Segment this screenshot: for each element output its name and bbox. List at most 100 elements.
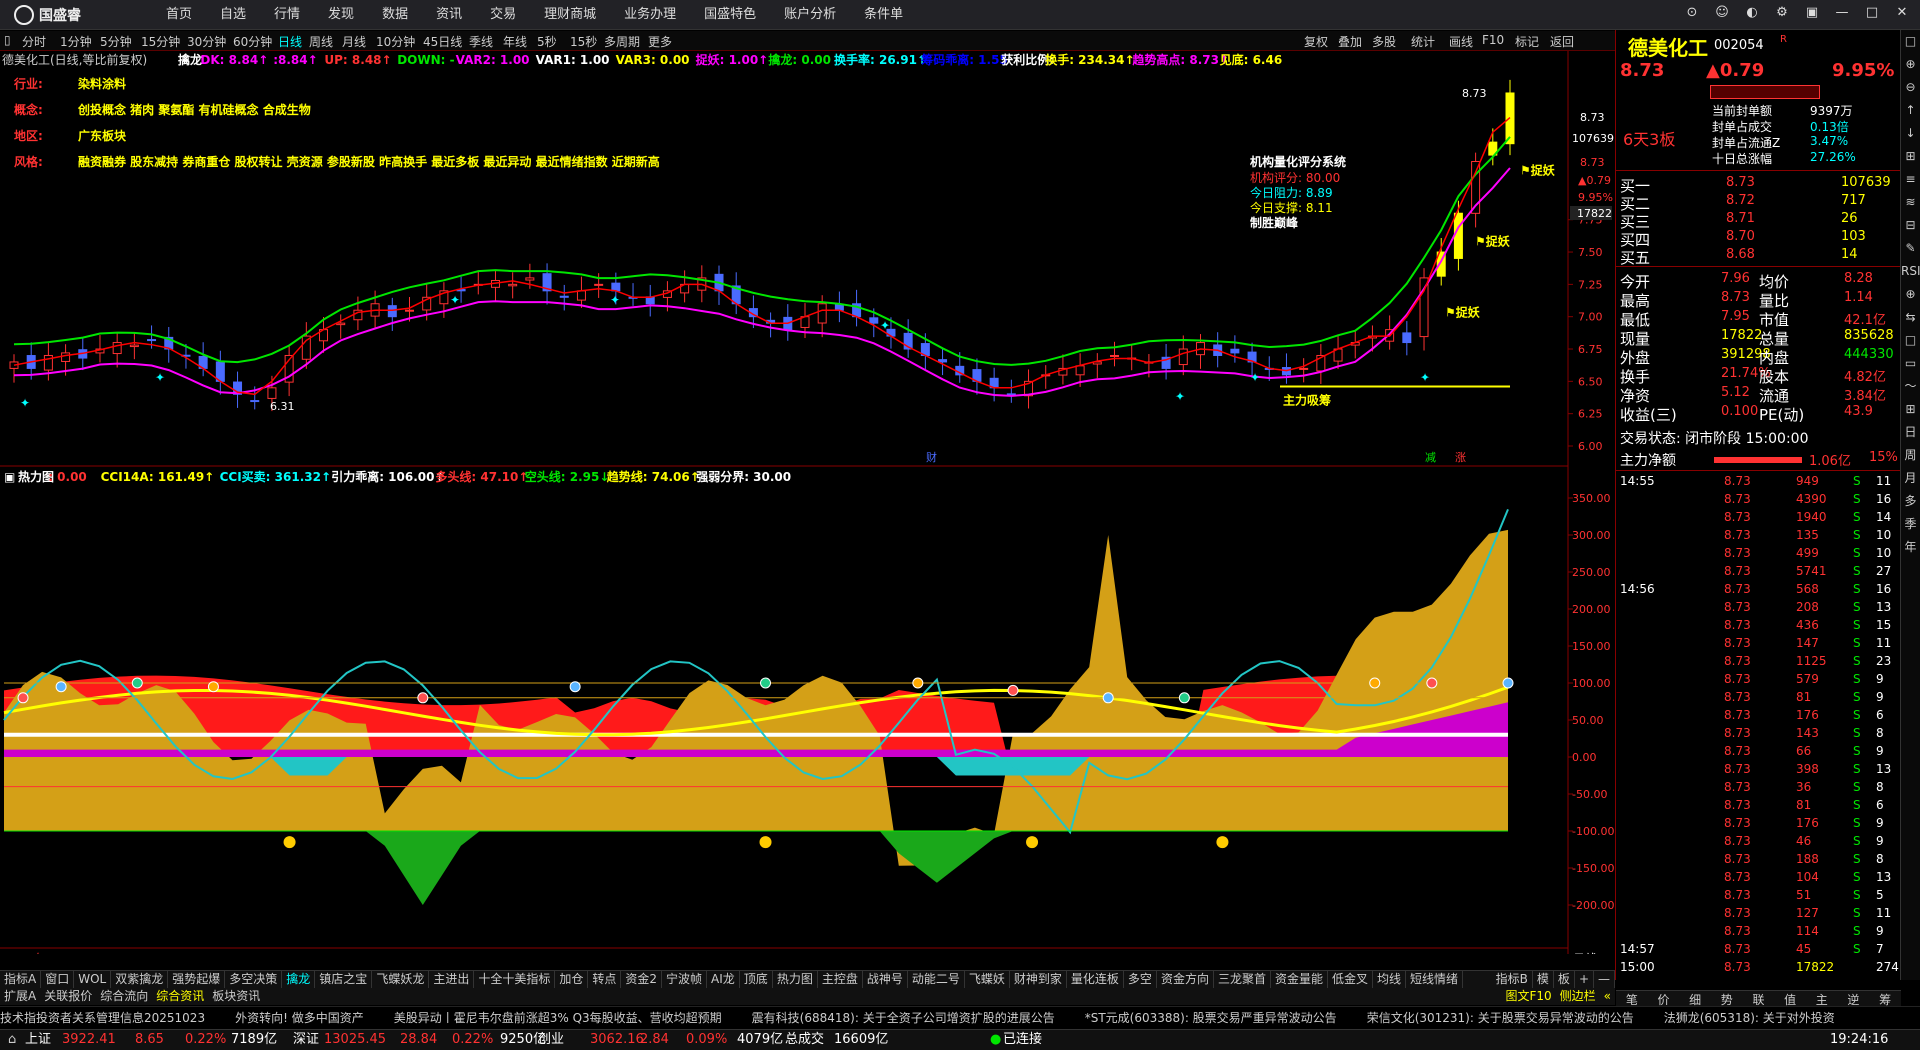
period-2[interactable]: 5分钟 <box>100 33 132 50</box>
ticker-item[interactable]: *ST元成(603388): 股票交易严重异常波动公告 <box>1085 1011 1337 1025</box>
period-4[interactable]: 30分钟 <box>187 33 226 50</box>
settings-icon[interactable]: ⚙ <box>1772 5 1792 20</box>
indicator-tab-7[interactable]: 镇店之宝 <box>315 971 373 988</box>
indicator-tab-27[interactable]: 资金量能 <box>1271 971 1328 988</box>
indicator-tab-29[interactable]: 均线 <box>1373 971 1407 988</box>
message-icon[interactable]: ⊙ <box>1682 5 1702 20</box>
vtool-11[interactable]: ⊕ <box>1901 283 1920 306</box>
status-home-icon[interactable]: ⌂ <box>8 1030 16 1050</box>
indicator-tab-11[interactable]: 加仓 <box>555 971 589 988</box>
close-button[interactable]: ✕ <box>1892 5 1912 20</box>
vtool-15[interactable]: 〜 <box>1901 375 1920 398</box>
ticker-item[interactable]: 震有科技(688418): 关于全资子公司增资扩股的进展公告 <box>752 1011 1055 1025</box>
toolbar-4[interactable]: 画线 <box>1449 33 1473 50</box>
indicator-tab-right-2[interactable]: 板 <box>1554 971 1575 988</box>
vtool-0[interactable]: □ <box>1901 30 1920 53</box>
period-8[interactable]: 月线 <box>342 33 366 50</box>
indicator-tab-4[interactable]: 强势起爆 <box>168 971 226 988</box>
nav-item-6[interactable]: 交易 <box>476 0 530 30</box>
toolbar-3[interactable]: 统计 <box>1411 33 1435 50</box>
nav-item-10[interactable]: 账户分析 <box>770 0 850 30</box>
vtool-2[interactable]: ⊖ <box>1901 76 1920 99</box>
indicator-tab-23[interactable]: 量化连板 <box>1067 971 1124 988</box>
ext-tab-2[interactable]: 综合流向 <box>96 988 152 1004</box>
indicator-tab-30[interactable]: 短线情绪 <box>1406 971 1464 988</box>
period-15[interactable]: 多周期 <box>604 33 640 50</box>
indicator-tab-19[interactable]: 战神号 <box>863 971 908 988</box>
vtool-13[interactable]: □ <box>1901 329 1920 352</box>
toolbar-5[interactable]: F10 <box>1482 33 1504 47</box>
vtool-5[interactable]: ⊞ <box>1901 145 1920 168</box>
ext-tab-right-0[interactable]: 图文F10 <box>1501 988 1555 1004</box>
ext-tab-1[interactable]: 关联报价 <box>40 988 96 1004</box>
vtool-17[interactable]: 日 <box>1901 421 1920 444</box>
nav-item-5[interactable]: 资讯 <box>422 0 476 30</box>
period-14[interactable]: 15秒 <box>570 33 597 50</box>
vtool-22[interactable]: 年 <box>1901 536 1920 559</box>
toolbar-7[interactable]: 返回 <box>1550 33 1574 50</box>
indicator-tab-0[interactable]: 指标A <box>0 971 42 988</box>
nav-item-0[interactable]: 首页 <box>152 0 206 30</box>
vtool-7[interactable]: ≋ <box>1901 191 1920 214</box>
nav-item-8[interactable]: 业务办理 <box>610 0 690 30</box>
ticker-item[interactable]: 荣信文化(301231): 关于股票交易异常波动的公告 <box>1367 1011 1634 1025</box>
toolbar-0[interactable]: 复权 <box>1304 33 1328 50</box>
vtool-6[interactable]: ≡ <box>1901 168 1920 191</box>
toolbar-1[interactable]: 叠加 <box>1338 33 1362 50</box>
indicator-tab-16[interactable]: 顶底 <box>740 971 773 988</box>
ticker-item[interactable]: 美股异动丨霍尼韦尔盘前涨超3% Q3每股收益、营收均超预期 <box>394 1011 722 1025</box>
indicator-tab-right-1[interactable]: 模 <box>1533 971 1554 988</box>
period-label[interactable]: 日线 <box>1573 952 1597 966</box>
ext-tab-right-1[interactable]: 侧边栏 <box>1556 988 1600 1004</box>
ticker-item[interactable]: 法狮龙(605318): 关于对外投资 <box>1664 1011 1835 1025</box>
period-7[interactable]: 周线 <box>309 33 333 50</box>
indicator-tab-26[interactable]: 三龙聚首 <box>1214 971 1271 988</box>
ext-tab-0[interactable]: 扩展A <box>0 988 40 1004</box>
ext-tab-right-2[interactable]: « <box>1600 988 1615 1004</box>
nav-item-1[interactable]: 自选 <box>206 0 260 30</box>
indicator-tab-25[interactable]: 资金方向 <box>1157 971 1214 988</box>
indicator-tab-22[interactable]: 财神到家 <box>1010 971 1067 988</box>
indicator-tab-6[interactable]: 擒龙 <box>282 971 316 988</box>
ext-tab-4[interactable]: 板块资讯 <box>208 988 264 1004</box>
period-3[interactable]: 15分钟 <box>141 33 180 50</box>
period-10[interactable]: 45日线 <box>423 33 462 50</box>
vtool-14[interactable]: ▭ <box>1901 352 1920 375</box>
indicator-tab-5[interactable]: 多空决策 <box>225 971 283 988</box>
collapse-button[interactable] <box>1710 85 1820 99</box>
user-icon[interactable]: ☺ <box>1712 5 1732 20</box>
indicator-tab-right-4[interactable]: — <box>1594 971 1615 988</box>
period-5[interactable]: 60分钟 <box>233 33 272 50</box>
skin-icon[interactable]: ◐ <box>1742 5 1762 20</box>
nav-item-4[interactable]: 数据 <box>368 0 422 30</box>
nav-item-9[interactable]: 国盛特色 <box>690 0 770 30</box>
nav-item-2[interactable]: 行情 <box>260 0 314 30</box>
vtool-18[interactable]: 周 <box>1901 444 1920 467</box>
nav-item-3[interactable]: 发现 <box>314 0 368 30</box>
minimize-button[interactable]: — <box>1832 5 1852 20</box>
layout-icon[interactable]: ▣ <box>1802 5 1822 20</box>
nav-item-11[interactable]: 条件单 <box>850 0 917 30</box>
indicator-tab-15[interactable]: AI龙 <box>707 971 740 988</box>
indicator-tab-14[interactable]: 宁波帧 <box>662 971 708 988</box>
vtool-1[interactable]: ⊕ <box>1901 53 1920 76</box>
indicator-tab-28[interactable]: 低金叉 <box>1328 971 1373 988</box>
vtool-20[interactable]: 多 <box>1901 490 1920 513</box>
period-0[interactable]: 分时 <box>22 33 46 50</box>
indicator-tab-17[interactable]: 热力图 <box>773 971 818 988</box>
vtool-19[interactable]: 月 <box>1901 467 1920 490</box>
period-1[interactable]: 1分钟 <box>60 33 92 50</box>
indicator-tab-18[interactable]: 主控盘 <box>818 971 863 988</box>
vtool-12[interactable]: ⇆ <box>1901 306 1920 329</box>
indicator-tab-3[interactable]: 双紫擒龙 <box>111 971 169 988</box>
indicator-tab-10[interactable]: 十全十美指标 <box>474 971 556 988</box>
period-12[interactable]: 年线 <box>503 33 527 50</box>
indicator-tab-1[interactable]: 窗口 <box>41 971 75 988</box>
period-6[interactable]: 日线 <box>278 33 302 50</box>
vtool-9[interactable]: ✎ <box>1901 237 1920 260</box>
vtool-21[interactable]: 季 <box>1901 513 1920 536</box>
indicator-tab-2[interactable]: WOL <box>74 971 112 988</box>
expand-icon[interactable]: ▯ <box>4 33 11 47</box>
indicator-tab-21[interactable]: 飞蝶妖 <box>965 971 1010 988</box>
ticker-item[interactable]: 外资转向! 做多中国资产 <box>235 1011 364 1025</box>
